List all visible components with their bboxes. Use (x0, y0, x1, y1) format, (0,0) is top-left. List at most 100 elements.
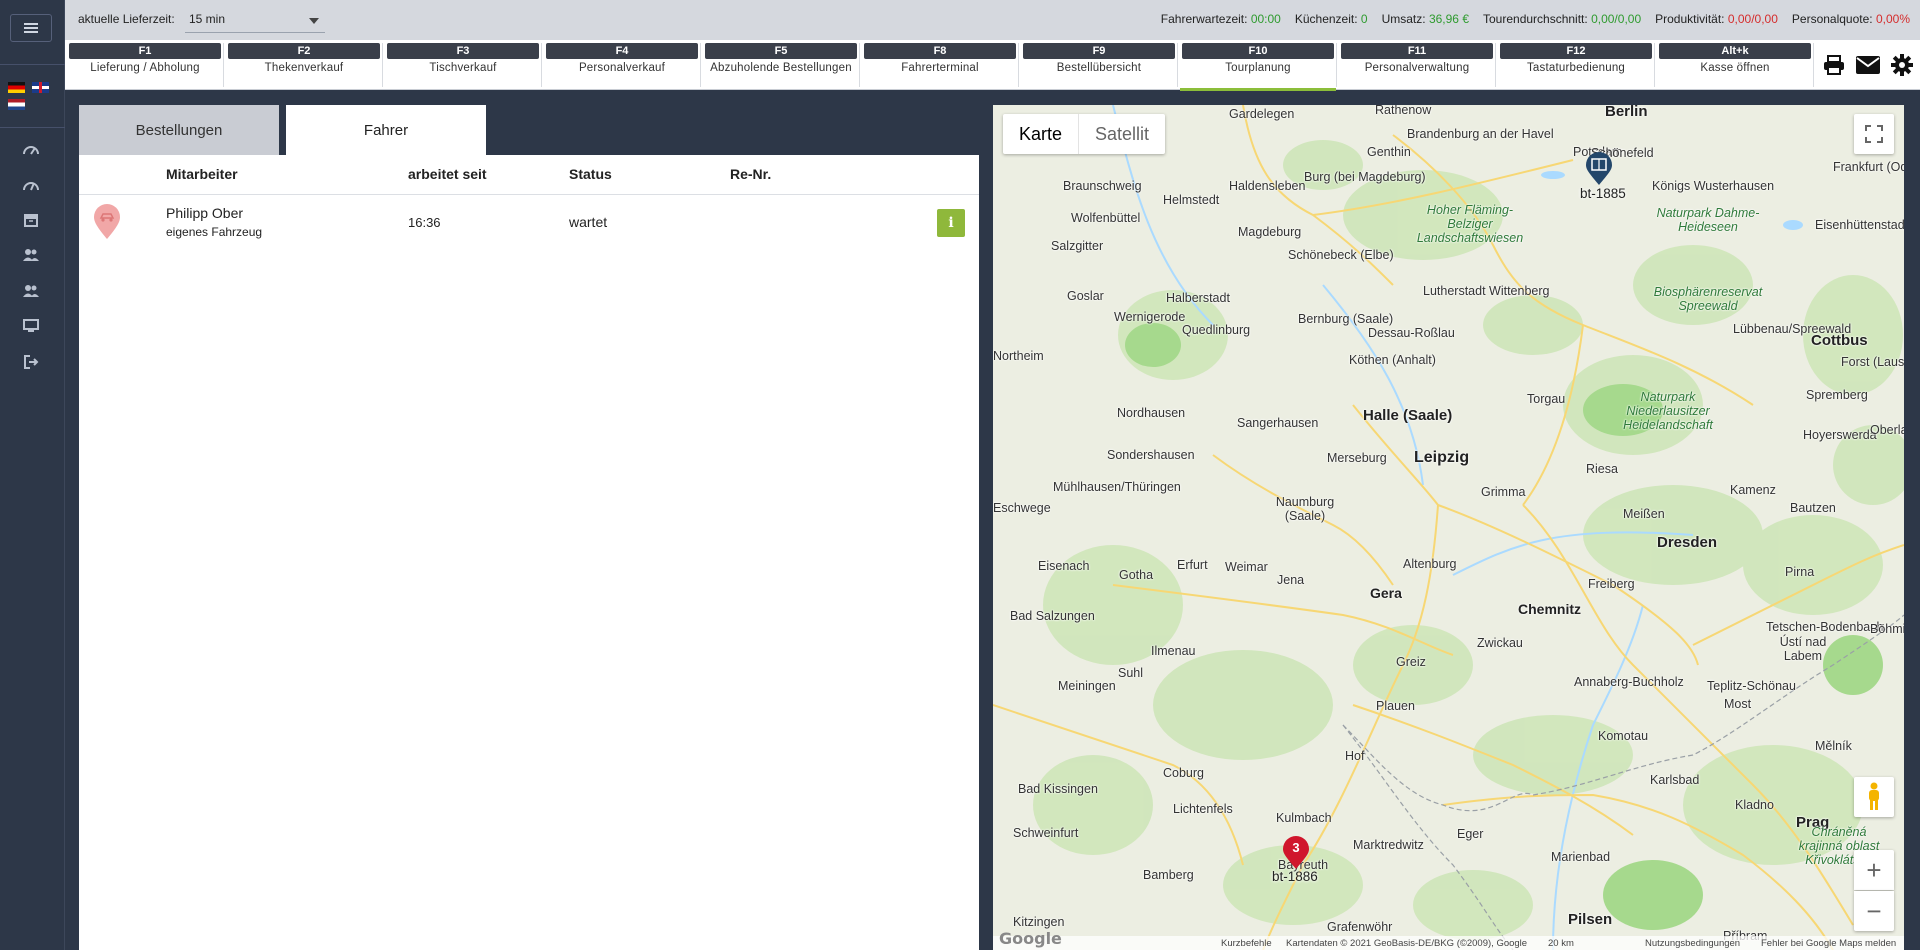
city-label: Quedlinburg (1182, 323, 1251, 337)
header-mitarbeiter[interactable]: Mitarbeiter (166, 166, 238, 182)
city-label: Jena (1277, 573, 1305, 587)
city-label: Kitzingen (1013, 915, 1065, 929)
staff-icon[interactable] (22, 283, 40, 299)
tab-fahrer[interactable]: Fahrer (286, 105, 486, 155)
language-selector (8, 82, 56, 114)
map-attribution: Kurzbefehle Kartendaten © 2021 GeoBasis-… (993, 936, 1904, 950)
flag-uk-icon[interactable] (32, 82, 49, 93)
table-header: Mitarbeiter arbeitet seit Status Re-Nr. (79, 155, 979, 195)
menu-toggle-button[interactable] (10, 14, 52, 42)
stat-driver-wait: Fahrerwartezeit: 00:00 (1160, 12, 1281, 26)
fkey-tischverkauf[interactable]: F3 Tischverkauf (385, 43, 542, 87)
city-label: Karlsbad (1650, 773, 1700, 787)
park-label: Biosphärenreservat Spreewald (1653, 285, 1763, 313)
fkey-thekenverkauf[interactable]: F2 Thekenverkauf (226, 43, 383, 87)
logout-icon[interactable] (22, 354, 40, 370)
fkey-tourplanung[interactable]: F10 Tourplanung (1180, 43, 1337, 91)
fkey-fahrerterminal[interactable]: F8 Fahrerterminal (862, 43, 1019, 87)
city-label: Halle (Saale) (1363, 407, 1453, 424)
fkey-lieferung[interactable]: F1 Lieferung / Abholung (67, 43, 224, 87)
city-label: Grafenwöhr (1327, 920, 1393, 934)
map-data-text: Kartendaten © 2021 GeoBasis-DE/BKG (©200… (1286, 938, 1528, 949)
city-label: Spremberg (1806, 388, 1868, 402)
map-type-control: Karte Satellit (1003, 114, 1166, 154)
plus-icon: + (1866, 854, 1882, 885)
city-label: Lübbenau/Spreewald (1733, 322, 1852, 336)
header-status[interactable]: Status (569, 166, 612, 182)
city-label: Mühlhausen/Thüringen (1053, 480, 1181, 494)
sidebar (0, 0, 65, 950)
fullscreen-button[interactable] (1854, 114, 1894, 154)
city-label: Merseburg (1327, 451, 1387, 465)
city-label: Zwickau (1477, 636, 1523, 650)
google-logo: Google (999, 929, 1062, 948)
header-arbeitet-seit[interactable]: arbeitet seit (408, 166, 487, 182)
street-view-pegman-button[interactable] (1854, 777, 1894, 817)
terms-link[interactable]: Nutzungsbedingungen (1645, 938, 1740, 949)
driver-pin-icon (93, 204, 121, 239)
city-label: Rathenow (1375, 105, 1432, 117)
city-label: Riesa (1586, 462, 1618, 476)
monitor-icon[interactable] (22, 318, 40, 334)
fkey-kasse-oeffnen[interactable]: Alt+k Kasse öffnen (1657, 43, 1814, 87)
city-label: Eschwege (993, 501, 1051, 515)
report-error-link[interactable]: Fehler bei Google Maps melden (1761, 938, 1896, 949)
city-label: Northeim (993, 349, 1044, 363)
zoom-out-button[interactable]: − (1854, 891, 1894, 931)
tab-bestellungen[interactable]: Bestellungen (79, 105, 279, 155)
city-label: Bamberg (1143, 868, 1194, 882)
city-label: Most (1724, 697, 1752, 711)
table-row[interactable]: Philipp Ober eigenes Fahrzeug 16:36 wart… (79, 196, 979, 254)
delivery-time-label: aktuelle Lieferzeit: (78, 12, 175, 26)
dashboard-icon[interactable] (22, 141, 40, 157)
archive-icon[interactable] (22, 212, 40, 228)
city-label: Magdeburg (1238, 225, 1302, 239)
users-icon[interactable] (22, 247, 40, 263)
city-label: Bernburg (Saale) (1298, 312, 1394, 326)
sidebar-divider (0, 127, 65, 128)
map-view[interactable]: Gardelegen Rathenow Berlin Brandenburg a… (993, 105, 1904, 950)
city-label: Pilsen (1568, 911, 1613, 928)
speedometer-icon[interactable] (22, 177, 40, 193)
city-label: Königs Wusterhausen (1652, 179, 1775, 193)
city-label: Weimar (1225, 560, 1268, 574)
fkey-personalverwaltung[interactable]: F11 Personalverwaltung (1339, 43, 1496, 87)
stat-staff-quota: Personalquote: 0,00% (1791, 12, 1910, 26)
city-label: Köthen (Anhalt) (1349, 353, 1436, 367)
kpi-stats: Fahrerwartezeit: 00:00 Küchenzeit: 0 Ums… (1161, 12, 1910, 26)
city-label: Bad Salzungen (1010, 609, 1095, 623)
fkey-bestelluebersicht[interactable]: F9 Bestellübersicht (1021, 43, 1178, 87)
mail-icon[interactable] (1855, 53, 1881, 77)
flag-netherlands-icon[interactable] (8, 99, 25, 110)
city-label: Nordhausen (1117, 406, 1186, 420)
fkey-abzuholende[interactable]: F5 Abzuholende Bestellungen (703, 43, 860, 87)
city-label: Bad Kissingen (1018, 782, 1098, 796)
city-label: Kladno (1735, 798, 1774, 812)
map-type-karte-button[interactable]: Karte (1003, 114, 1078, 154)
city-label: Dresden (1657, 534, 1718, 551)
city-label: Eger (1457, 827, 1484, 841)
map-type-satellit-button[interactable]: Satellit (1078, 114, 1165, 154)
fkey-personalverkauf[interactable]: F4 Personalverkauf (544, 43, 701, 87)
header-re-nr[interactable]: Re-Nr. (730, 166, 771, 182)
shortcuts-link[interactable]: Kurzbefehle (1221, 938, 1272, 949)
zoom-in-button[interactable]: + (1854, 850, 1894, 890)
delivery-time-select[interactable]: 15 min (185, 7, 325, 33)
city-label: Suhl (1118, 666, 1144, 680)
city-label: Grimma (1481, 485, 1526, 499)
sidebar-divider (0, 64, 65, 65)
fkey-tastaturbedienung[interactable]: F12 Tastaturbedienung (1498, 43, 1655, 87)
info-button[interactable]: i (937, 209, 965, 237)
store-marker-icon[interactable] (1585, 152, 1613, 186)
city-label: Bautzen (1790, 501, 1836, 515)
city-label: Altenburg (1403, 557, 1457, 571)
settings-gear-icon[interactable] (1889, 53, 1915, 77)
print-icon[interactable] (1821, 53, 1847, 77)
flag-germany-icon[interactable] (8, 82, 25, 93)
city-label: Braunschweig (1063, 179, 1142, 193)
city-label: Hoyerswerda (1803, 428, 1877, 442)
city-label: Coburg (1163, 766, 1204, 780)
city-label: Meißen (1623, 507, 1665, 521)
stat-revenue: Umsatz: 36,96 € (1381, 12, 1469, 26)
marker-count: 3 (1292, 840, 1300, 855)
